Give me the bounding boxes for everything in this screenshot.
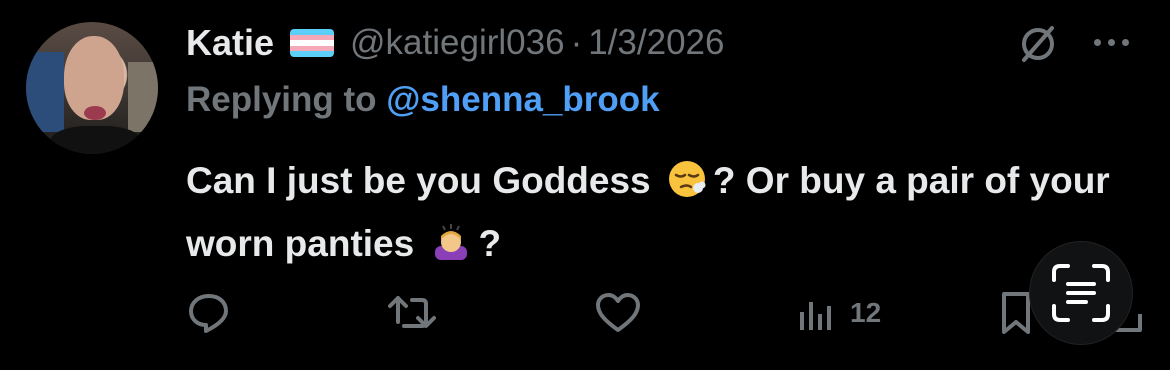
reply-icon — [189, 294, 228, 333]
heart-icon — [596, 293, 640, 332]
trans-flag-icon — [290, 29, 335, 57]
tweet-header: Katie @katiegirl036 · 1/3/2026 — [186, 16, 724, 70]
analytics-icon — [800, 302, 831, 330]
repost-icon — [388, 296, 436, 328]
text-scan-lens-button[interactable] — [1030, 242, 1132, 344]
replying-to: Replying to @shenna_brook — [186, 80, 660, 120]
avatar-lips — [84, 106, 106, 120]
more-options-icon[interactable] — [1094, 30, 1138, 54]
reply-button[interactable] — [186, 288, 232, 338]
scan-text-icon — [1052, 264, 1110, 322]
exhausted-face-emoji-icon — [667, 158, 707, 215]
person-bowing-emoji-icon — [430, 221, 472, 278]
avatar-shirt — [50, 126, 142, 154]
author-avatar[interactable] — [26, 22, 158, 154]
replying-to-user-link[interactable]: @shenna_brook — [386, 80, 659, 119]
tweet-text-part-3: ? — [478, 223, 502, 264]
views-button[interactable]: 12 — [796, 288, 881, 338]
separator-dot: · — [570, 23, 583, 62]
grok-icon[interactable] — [1016, 22, 1060, 66]
author-name[interactable]: Katie — [186, 22, 274, 64]
avatar-background-left — [26, 52, 64, 132]
tweet-text-part-1: Can I just be you Goddess — [186, 160, 651, 201]
like-button[interactable] — [594, 288, 642, 338]
views-count: 12 — [850, 297, 882, 328]
tweet-date[interactable]: 1/3/2026 — [588, 23, 724, 63]
author-handle[interactable]: @katiegirl036 — [350, 23, 565, 63]
avatar-background-right — [128, 62, 158, 132]
tweet-text: Can I just be you Goddess ? Or buy a pai… — [186, 152, 1136, 278]
tweet-actions: 12 — [186, 288, 1146, 338]
repost-button[interactable] — [386, 288, 438, 338]
replying-to-label: Replying to — [186, 80, 377, 119]
